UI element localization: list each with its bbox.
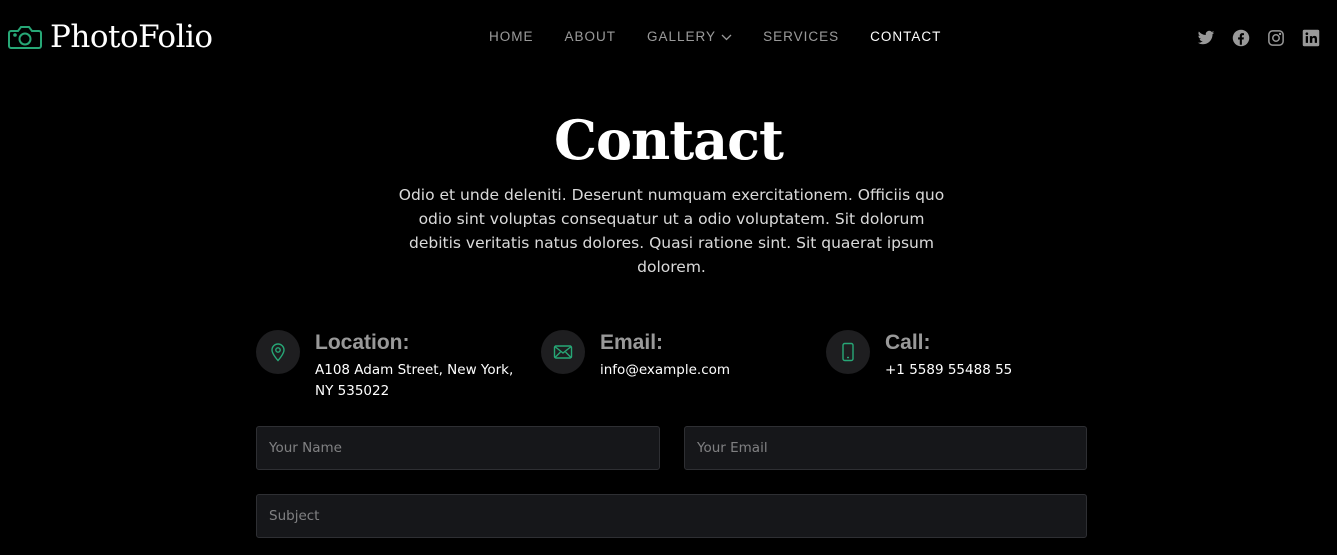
subject-input[interactable]	[256, 494, 1087, 538]
social-links	[1180, 29, 1320, 47]
name-input[interactable]	[256, 426, 660, 470]
info-call: Call: +1 5589 55488 55	[826, 330, 1012, 381]
phone-icon	[826, 330, 870, 374]
nav-contact-label: CONTACT	[870, 29, 942, 44]
logo[interactable]: PhotoFolio	[8, 18, 213, 56]
location-text: A108 Adam Street, New York, NY 535022	[315, 362, 514, 399]
brand-name: PhotoFolio	[50, 19, 213, 55]
nav-gallery-label: GALLERY	[647, 29, 717, 44]
page-title: Contact	[553, 108, 784, 172]
nav-contact[interactable]: CONTACT	[870, 28, 941, 46]
email-text[interactable]: info@example.com	[600, 360, 730, 381]
nav-services[interactable]: SERVICES	[763, 28, 839, 46]
facebook-icon[interactable]	[1232, 29, 1250, 47]
instagram-icon[interactable]	[1267, 29, 1285, 47]
nav-home-label: HOME	[489, 29, 534, 44]
nav-home[interactable]: HOME	[489, 28, 534, 46]
email-input[interactable]	[684, 426, 1087, 470]
nav-about[interactable]: ABOUT	[565, 28, 617, 46]
camera-icon	[8, 23, 42, 51]
info-email: Email: info@example.com	[541, 330, 730, 381]
linkedin-icon[interactable]	[1302, 29, 1320, 47]
email-title: Email:	[600, 331, 664, 354]
site-header: PhotoFolio HOME ABOUT GALLERY SERVICES C…	[0, 0, 1337, 75]
location-title: Location:	[315, 331, 410, 354]
nav-gallery[interactable]: GALLERY	[647, 28, 732, 46]
nav-about-label: ABOUT	[564, 29, 617, 44]
nav-services-label: SERVICES	[763, 29, 840, 44]
call-title: Call:	[885, 331, 931, 354]
main-nav: HOME ABOUT GALLERY SERVICES CONTACT	[489, 28, 972, 46]
map-pin-icon	[256, 330, 300, 374]
info-location: Location: A108 Adam Street, New York, NY…	[256, 330, 515, 402]
page-description: Odio et unde deleniti. Deserunt numquam …	[398, 186, 945, 276]
twitter-icon[interactable]	[1197, 29, 1215, 47]
call-text[interactable]: +1 5589 55488 55	[885, 360, 1012, 381]
chevron-down-icon	[721, 34, 732, 40]
envelope-icon	[541, 330, 585, 374]
